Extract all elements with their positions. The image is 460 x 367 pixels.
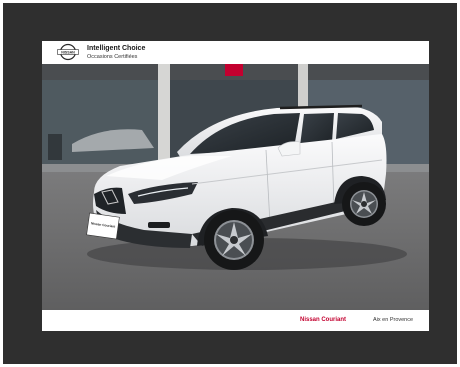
brand-title: Intelligent Choice — [87, 45, 146, 52]
brand-subtitle: Occasions Certifiées — [87, 54, 138, 60]
fog-light — [148, 222, 170, 228]
nissan-logo: NISSAN — [57, 43, 79, 61]
front-wheel — [204, 210, 264, 270]
svg-text:NISSAN: NISSAN — [61, 51, 75, 55]
car-photo: Nissan Couriant — [42, 64, 429, 310]
listing-card: NISSAN Intelligent Choice Occasions Cert… — [42, 41, 429, 331]
license-plate: Nissan Couriant — [86, 212, 120, 240]
dealer-city: Aix en Provence — [373, 317, 414, 323]
dealer-name: Nissan Couriant — [300, 317, 347, 323]
dealer-footer: Nissan Couriant Aix en Provence — [42, 310, 429, 331]
brand-header: NISSAN Intelligent Choice Occasions Cert… — [42, 41, 429, 64]
dealer-sign — [225, 64, 243, 76]
rear-wheel — [342, 182, 386, 226]
